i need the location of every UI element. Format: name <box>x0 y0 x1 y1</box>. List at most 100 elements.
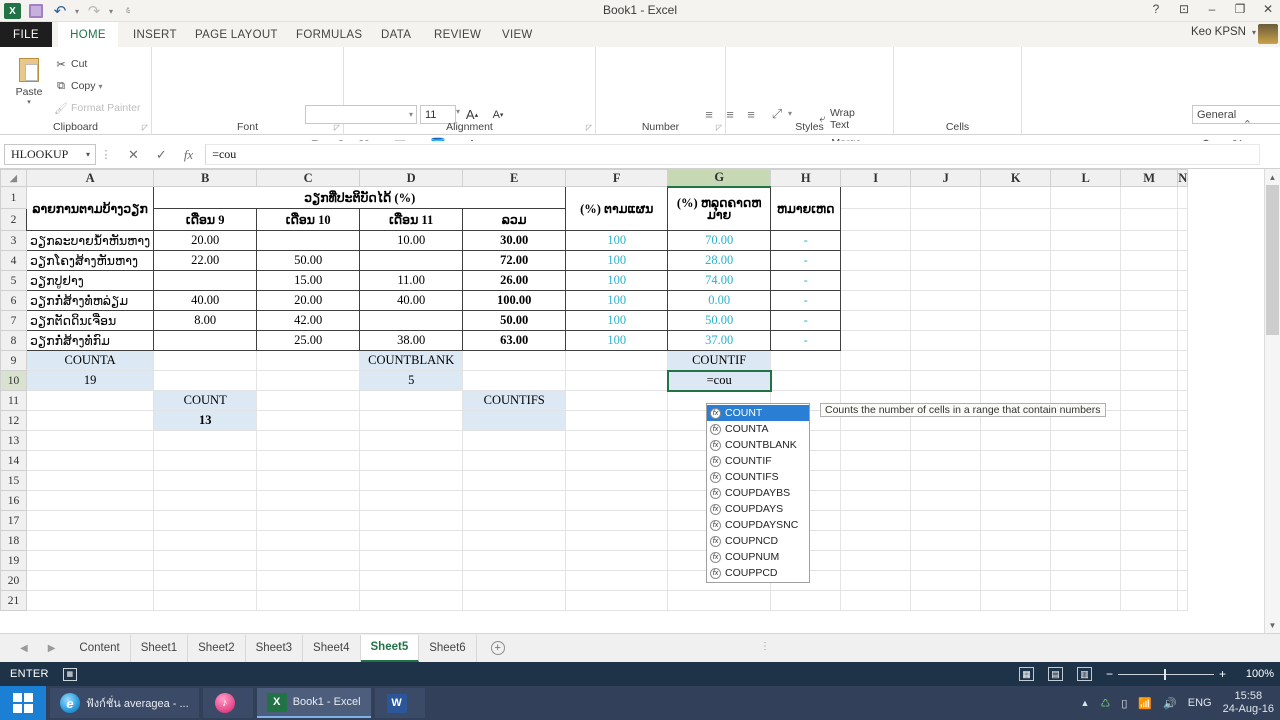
help-button[interactable]: ? <box>1148 2 1164 16</box>
taskbar-item-internet-explorer[interactable]: e ฟังก์ชั่น averagea - ... <box>50 688 199 718</box>
cell-i9[interactable] <box>840 350 912 371</box>
cell-d4[interactable] <box>359 250 464 271</box>
user-dropdown-icon[interactable]: ▾ <box>1252 28 1256 37</box>
cell-c17[interactable] <box>256 510 361 531</box>
sheet-tab-sheet3[interactable]: Sheet3 <box>245 634 304 662</box>
battery-icon[interactable]: ▯ <box>1121 697 1127 710</box>
cell-k19[interactable] <box>980 550 1052 571</box>
restore-button[interactable]: ❐ <box>1232 2 1248 16</box>
cell-e20[interactable] <box>462 570 567 591</box>
autocomplete-item-couppcd[interactable]: fx COUPPCD <box>707 565 809 581</box>
cell-e19[interactable] <box>462 550 567 571</box>
cell-k3[interactable] <box>980 230 1052 251</box>
cell-n20[interactable] <box>1177 570 1189 591</box>
cell-l18[interactable] <box>1050 530 1122 551</box>
cell-h7[interactable]: - <box>770 310 842 331</box>
cell-b4[interactable]: 22.00 <box>153 250 258 271</box>
cell-i3[interactable] <box>840 230 912 251</box>
cell-a17[interactable] <box>25 510 155 531</box>
cell-j20[interactable] <box>910 570 982 591</box>
cell-m13[interactable] <box>1120 430 1179 451</box>
cell-b6[interactable]: 40.00 <box>153 290 258 311</box>
cell-b15[interactable] <box>153 470 258 491</box>
clipboard-dialog-launcher[interactable]: ◸ <box>142 123 148 132</box>
cell-e3[interactable]: 30.00 <box>462 230 567 251</box>
cell-h3[interactable]: - <box>770 230 842 251</box>
column-header-m[interactable]: M <box>1120 169 1179 187</box>
cell-b7[interactable]: 8.00 <box>153 310 258 331</box>
cell-a5[interactable]: ວຽກປູຢາງ <box>25 270 155 291</box>
cell-a15[interactable] <box>25 470 155 491</box>
cell-f8[interactable]: 100 <box>565 330 669 351</box>
cell-e17[interactable] <box>462 510 567 531</box>
autocomplete-item-coupnum[interactable]: fx COUPNUM <box>707 549 809 565</box>
cell-m11[interactable] <box>1120 390 1179 411</box>
cell-i15[interactable] <box>840 470 912 491</box>
format-painter-button[interactable]: 🖌 Format Painter <box>54 101 140 115</box>
alignment-dialog-launcher[interactable]: ◸ <box>586 123 592 132</box>
sheet-tab-sheet2[interactable]: Sheet2 <box>188 634 246 662</box>
cell-n8[interactable] <box>1177 330 1189 351</box>
macro-record-icon[interactable]: ▦ <box>62 667 77 681</box>
tab-data[interactable]: DATA <box>371 22 421 47</box>
cell-n6[interactable] <box>1177 290 1189 311</box>
cell-l17[interactable] <box>1050 510 1122 531</box>
row-header-18[interactable]: 18 <box>0 530 27 551</box>
collapse-ribbon-icon[interactable]: ⌃ <box>1243 118 1252 131</box>
cell-d2[interactable]: ເດືອນ 11 <box>359 208 464 231</box>
cell-b20[interactable] <box>153 570 258 591</box>
cell-c16[interactable] <box>256 490 361 511</box>
cell-l14[interactable] <box>1050 450 1122 471</box>
cell-j3[interactable] <box>910 230 982 251</box>
cell-e5[interactable]: 26.00 <box>462 270 567 291</box>
cell-a7[interactable]: ວຽກຕັດດິນເຈື່ອນ <box>25 310 155 331</box>
cell-c20[interactable] <box>256 570 361 591</box>
cell-b12[interactable]: 13 <box>153 410 258 431</box>
cell-i17[interactable] <box>840 510 912 531</box>
cell-e4[interactable]: 72.00 <box>462 250 567 271</box>
avatar[interactable] <box>1258 24 1278 44</box>
cell-c5[interactable]: 15.00 <box>256 270 361 291</box>
column-header-c[interactable]: C <box>256 169 361 187</box>
cell-l5[interactable] <box>1050 270 1122 291</box>
cell-h9[interactable] <box>770 350 842 371</box>
cell-n1[interactable] <box>1177 186 1189 209</box>
row-header-14[interactable]: 14 <box>0 450 27 471</box>
cell-f14[interactable] <box>565 450 669 471</box>
cell-h10[interactable] <box>770 370 842 391</box>
cell-f20[interactable] <box>565 570 669 591</box>
cell-d20[interactable] <box>359 570 464 591</box>
cell-e11[interactable]: COUNTIFS <box>462 390 567 411</box>
cell-a16[interactable] <box>25 490 155 511</box>
cell-a12[interactable] <box>25 410 155 431</box>
cell-d7[interactable] <box>359 310 464 331</box>
clock[interactable]: 15:58 24-Aug-16 <box>1223 690 1274 716</box>
cell-f19[interactable] <box>565 550 669 571</box>
row-header-6[interactable]: 6 <box>0 290 27 311</box>
cell-l3[interactable] <box>1050 230 1122 251</box>
row-header-17[interactable]: 17 <box>0 510 27 531</box>
cell-g5[interactable]: 74.00 <box>667 270 772 291</box>
cell-c19[interactable] <box>256 550 361 571</box>
cell-f5[interactable]: 100 <box>565 270 669 291</box>
cell-k6[interactable] <box>980 290 1052 311</box>
select-all-corner[interactable]: ◢ <box>0 169 27 187</box>
cell-b9[interactable] <box>153 350 258 371</box>
tab-file[interactable]: FILE <box>0 22 52 47</box>
cell-c11[interactable] <box>256 390 361 411</box>
cell-e6[interactable]: 100.00 <box>462 290 567 311</box>
cell-c13[interactable] <box>256 430 361 451</box>
cell-g6[interactable]: 0.00 <box>667 290 772 311</box>
cell-e15[interactable] <box>462 470 567 491</box>
cell-e2[interactable]: ລວມ <box>462 208 567 231</box>
cell-m7[interactable] <box>1120 310 1179 331</box>
row-header-11[interactable]: 11 <box>0 390 27 411</box>
row-header-1[interactable]: 1 <box>0 186 27 209</box>
cell-l6[interactable] <box>1050 290 1122 311</box>
column-header-k[interactable]: K <box>980 169 1052 187</box>
cell-k4[interactable] <box>980 250 1052 271</box>
cell-h1[interactable]: ຫມາຍເຫດ <box>770 186 842 231</box>
sheet-tab-sheet5[interactable]: Sheet5 <box>360 634 420 662</box>
cell-m6[interactable] <box>1120 290 1179 311</box>
autocomplete-item-countblank[interactable]: fx COUNTBLANK <box>707 437 809 453</box>
